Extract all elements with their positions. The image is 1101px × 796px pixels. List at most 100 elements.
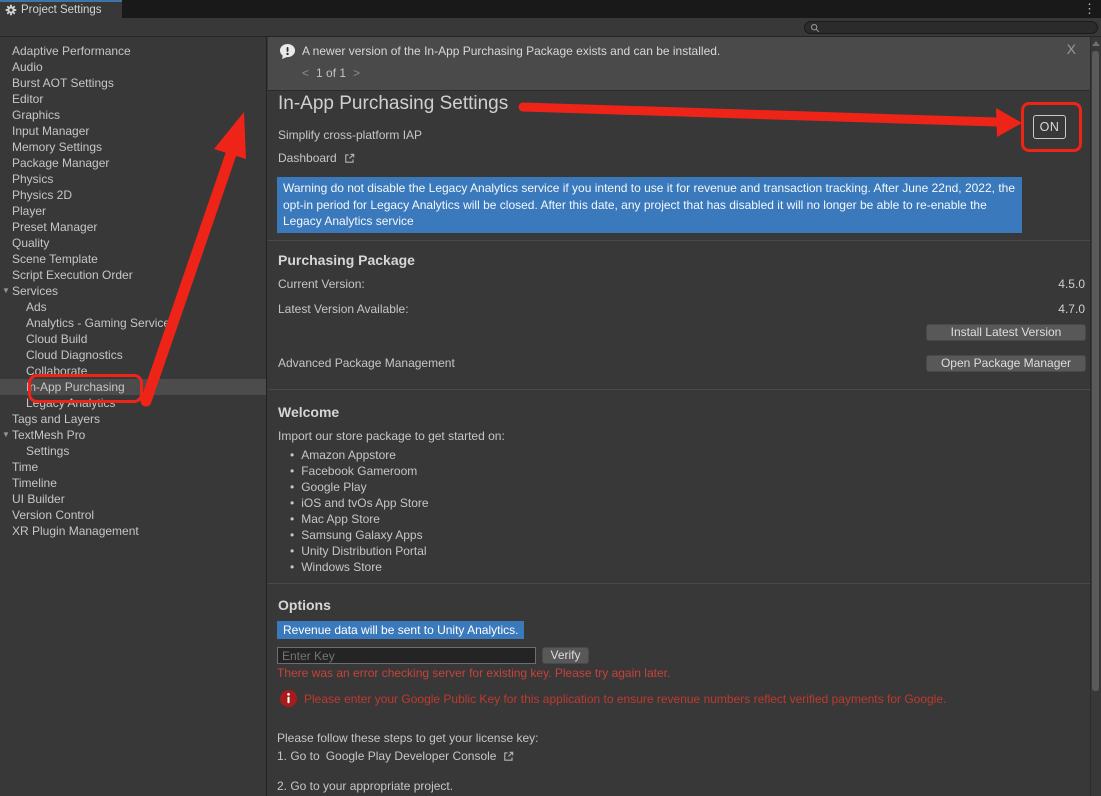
google-public-key-warning: Please enter your Google Public Key for … [304, 692, 946, 706]
sidebar-item[interactable]: ▼ Scene Template [0, 251, 266, 267]
sidebar-item-label: Script Execution Order [12, 267, 133, 283]
tab-project-settings[interactable]: Project Settings [0, 0, 122, 18]
sidebar-item-label: UI Builder [12, 491, 65, 507]
sidebar-item[interactable]: ▼ Input Manager [0, 123, 266, 139]
sidebar-item[interactable]: ▼ Settings [0, 443, 266, 459]
sidebar-item[interactable]: ▼ Adaptive Performance [0, 43, 266, 59]
sidebar-item[interactable]: ▼ TextMesh Pro [0, 427, 266, 443]
section-divider [268, 240, 1090, 241]
sidebar-item[interactable]: ▼ XR Plugin Management [0, 523, 266, 539]
foldout-icon[interactable]: ▼ [2, 427, 12, 443]
section-divider [268, 583, 1090, 584]
purchasing-package-heading: Purchasing Package [278, 252, 415, 268]
sidebar-item[interactable]: ▼ Graphics [0, 107, 266, 123]
sidebar-item[interactable]: ▼ Legacy Analytics [0, 395, 266, 411]
analytics-revenue-note: Revenue data will be sent to Unity Analy… [277, 621, 524, 639]
sidebar-item[interactable]: ▼ Package Manager [0, 155, 266, 171]
sidebar-item[interactable]: ▼ Version Control [0, 507, 266, 523]
sidebar-item-label: Cloud Build [26, 331, 87, 347]
sidebar-item[interactable]: ▼ Services [0, 283, 266, 299]
welcome-intro: Import our store package to get started … [278, 429, 505, 443]
options-heading: Options [278, 597, 331, 613]
sidebar-item[interactable]: ▼ Script Execution Order [0, 267, 266, 283]
google-play-console-link[interactable]: Google Play Developer Console [326, 749, 497, 763]
sidebar-item-label: Editor [12, 91, 43, 107]
sidebar-item[interactable]: ▼ Physics [0, 171, 266, 187]
sidebar-item[interactable]: ▼ Tags and Layers [0, 411, 266, 427]
open-package-manager-button[interactable]: Open Package Manager [926, 355, 1086, 372]
sidebar-item[interactable]: ▼ Audio [0, 59, 266, 75]
sidebar-item-label: Version Control [12, 507, 94, 523]
scrollbar-thumb[interactable] [1092, 51, 1099, 691]
sidebar-item-label: Physics [12, 171, 53, 187]
sidebar-item[interactable]: ▼ Physics 2D [0, 187, 266, 203]
scroll-up-icon[interactable] [1092, 41, 1100, 46]
sidebar-item[interactable]: ▼ Collaborate [0, 363, 266, 379]
error-info-icon [279, 689, 298, 711]
page-subtitle: Simplify cross-platform IAP [278, 128, 422, 142]
sidebar-item-label: Graphics [12, 107, 60, 123]
sidebar-item-label: Package Manager [12, 155, 109, 171]
pager-prev-icon[interactable]: < [302, 66, 309, 80]
store-name: Amazon Appstore [301, 448, 396, 462]
search-box[interactable] [804, 21, 1098, 34]
store-name: Facebook Gameroom [301, 464, 417, 478]
sidebar-item-label: XR Plugin Management [12, 523, 139, 539]
search-icon [810, 23, 820, 33]
sidebar-item[interactable]: ▼ Memory Settings [0, 139, 266, 155]
welcome-heading: Welcome [278, 404, 339, 420]
sidebar-item[interactable]: ▼ Time [0, 459, 266, 475]
sidebar-item[interactable]: ▼ Quality [0, 235, 266, 251]
sidebar-item[interactable]: ▼ UI Builder [0, 491, 266, 507]
foldout-icon[interactable]: ▼ [2, 283, 12, 299]
step-2: 2. Go to your appropriate project. [277, 779, 453, 793]
search-input[interactable] [820, 22, 1097, 33]
kebab-menu-icon[interactable]: ⋮ [1083, 0, 1096, 18]
sidebar-item-label: Player [12, 203, 46, 219]
store-list-item: Mac App Store [290, 511, 429, 527]
sidebar-item[interactable]: ▼ Player [0, 203, 266, 219]
settings-sidebar: ▼ Adaptive Performance ▼ Audio ▼ Burst A… [0, 37, 267, 796]
sidebar-item-label: Memory Settings [12, 139, 102, 155]
sidebar-item-label: Timeline [12, 475, 57, 491]
key-check-error-text: There was an error checking server for e… [277, 666, 670, 680]
vertical-scrollbar[interactable] [1090, 37, 1101, 796]
sidebar-item[interactable]: ▼ Burst AOT Settings [0, 75, 266, 91]
current-version-label: Current Version: [278, 277, 365, 291]
sidebar-item[interactable]: ▼ In-App Purchasing [0, 379, 266, 395]
dashboard-label: Dashboard [278, 151, 337, 165]
sidebar-item-label: Time [12, 459, 38, 475]
title-bar: Project Settings ⋮ [0, 0, 1101, 18]
advanced-package-management-label: Advanced Package Management [278, 356, 455, 370]
sidebar-item-label: Scene Template [12, 251, 98, 267]
sidebar-item[interactable]: ▼ Timeline [0, 475, 266, 491]
banner-message: A newer version of the In-App Purchasing… [302, 44, 720, 58]
step-1-prefix: 1. Go to [277, 749, 320, 763]
banner-close-icon[interactable]: X [1067, 41, 1076, 57]
store-list: Amazon Appstore Facebook Gameroom Google… [290, 447, 429, 575]
google-key-input[interactable] [277, 647, 536, 664]
sidebar-item[interactable]: ▼ Cloud Build [0, 331, 266, 347]
sidebar-item[interactable]: ▼ Ads [0, 299, 266, 315]
verify-button[interactable]: Verify [542, 647, 589, 664]
sidebar-item-label: TextMesh Pro [12, 427, 85, 443]
store-list-item: Facebook Gameroom [290, 463, 429, 479]
external-link-icon [343, 152, 356, 165]
store-list-item: Amazon Appstore [290, 447, 429, 463]
store-name: Mac App Store [301, 512, 380, 526]
pager-label: 1 of 1 [316, 66, 346, 80]
store-name: Samsung Galaxy Apps [301, 528, 422, 542]
install-latest-version-button[interactable]: Install Latest Version [926, 324, 1086, 341]
store-name: Google Play [301, 480, 366, 494]
sidebar-item[interactable]: ▼ Preset Manager [0, 219, 266, 235]
pager-next-icon[interactable]: > [353, 66, 360, 80]
license-steps-intro: Please follow these steps to get your li… [277, 731, 538, 745]
sidebar-item[interactable]: ▼ Analytics - Gaming Services [0, 315, 266, 331]
sidebar-item[interactable]: ▼ Editor [0, 91, 266, 107]
dashboard-link[interactable]: Dashboard [278, 151, 356, 165]
settings-toolbar [0, 18, 1101, 37]
sidebar-item-label: Quality [12, 235, 49, 251]
sidebar-item[interactable]: ▼ Cloud Diagnostics [0, 347, 266, 363]
sidebar-item-label: Input Manager [12, 123, 89, 139]
iap-enabled-toggle[interactable]: ON [1033, 115, 1066, 139]
